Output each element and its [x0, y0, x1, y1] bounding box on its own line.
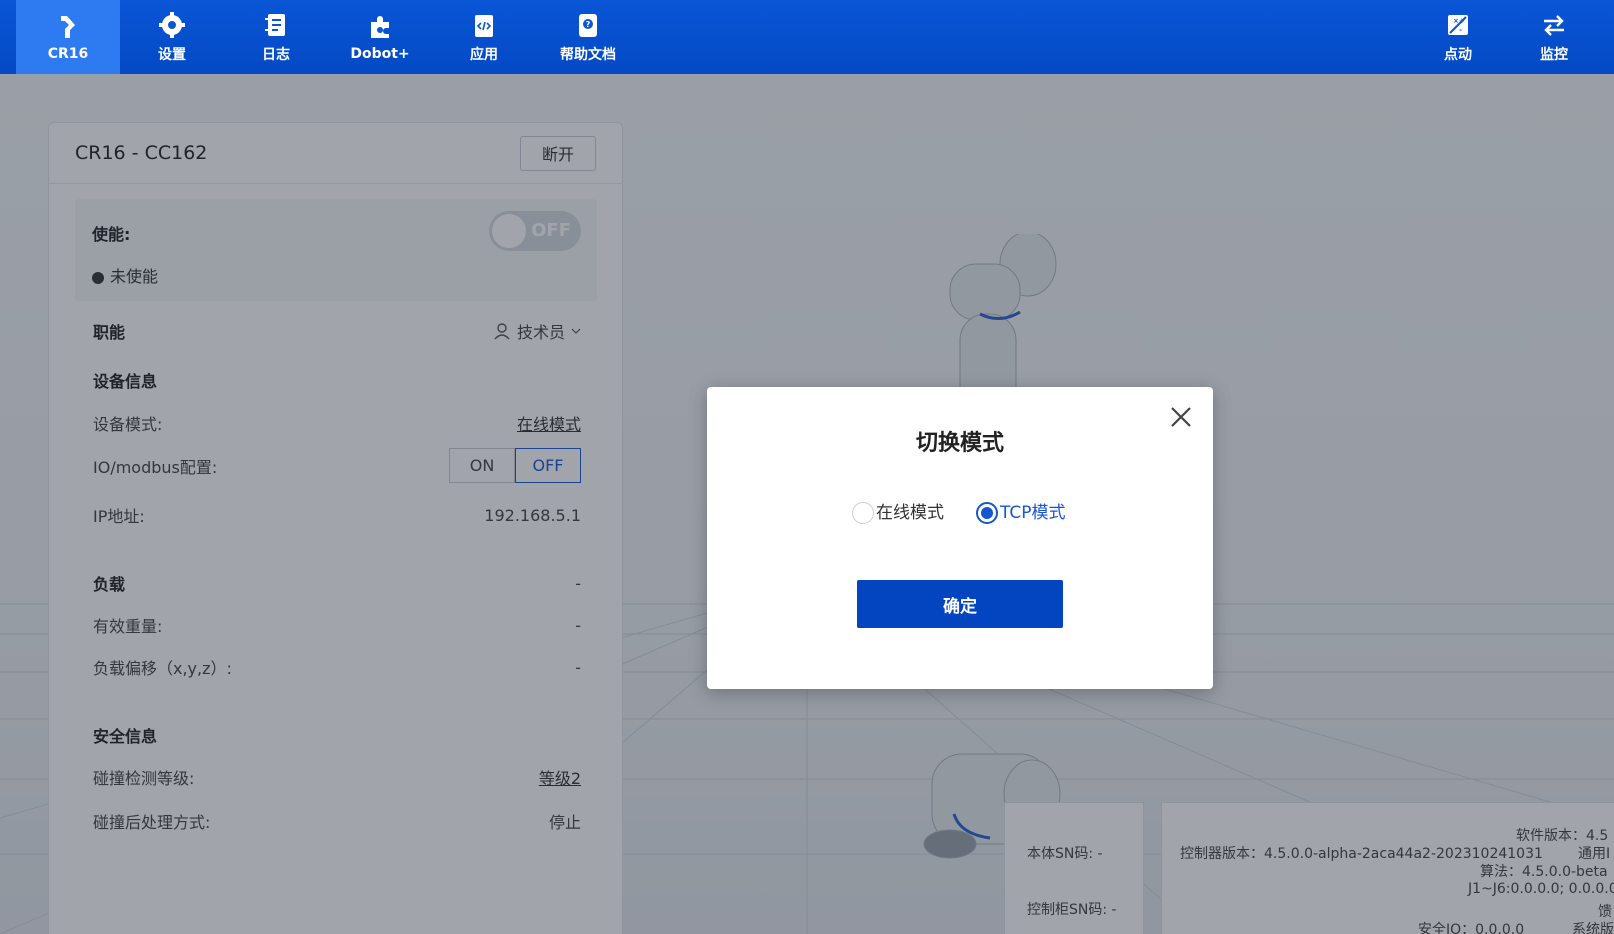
- nav-item-label: 应用: [470, 47, 498, 63]
- svg-text:×+: ×+: [1453, 17, 1465, 25]
- nav-item-cr16[interactable]: CR16: [16, 0, 120, 74]
- nav-item-label: CR16: [47, 46, 89, 62]
- nav-item-label: 帮助文档: [560, 47, 616, 63]
- help-doc-icon: ?: [573, 10, 603, 40]
- gear-icon: [157, 10, 187, 40]
- radio-tcp-mode[interactable]: TCP模式: [976, 496, 1066, 524]
- radio-label: 在线模式: [876, 502, 944, 523]
- nav-item-jog[interactable]: ×+ - 点动: [1406, 0, 1510, 74]
- radio-label: TCP模式: [1000, 502, 1066, 523]
- nav-item-label: 日志: [262, 47, 290, 63]
- code-file-icon: [469, 10, 499, 40]
- nav-item-dobot-plus[interactable]: Dobot+: [328, 0, 432, 74]
- dialog-title: 切换模式: [915, 431, 1004, 456]
- log-icon: [261, 10, 291, 40]
- nav-item-help-docs[interactable]: ? 帮助文档: [536, 0, 640, 74]
- switch-mode-dialog: 切换模式 在线模式 TCP模式 确定: [707, 387, 1213, 689]
- nav-item-label: 点动: [1444, 47, 1472, 63]
- svg-text:-: -: [1459, 26, 1462, 34]
- nav-item-label: Dobot+: [350, 46, 410, 62]
- puzzle-icon: [365, 12, 395, 42]
- svg-text:?: ?: [586, 20, 591, 29]
- jog-icon: ×+ -: [1443, 10, 1473, 40]
- radio-circle: [976, 502, 998, 524]
- top-nav-bar: CR16 设置 日志 Dobot+ 应用 ? 帮助文档 ×+ - 点动 监控: [0, 0, 1614, 74]
- nav-item-label: 监控: [1540, 47, 1568, 63]
- nav-item-apps[interactable]: 应用: [432, 0, 536, 74]
- nav-item-settings[interactable]: 设置: [120, 0, 224, 74]
- nav-item-log[interactable]: 日志: [224, 0, 328, 74]
- robot-arm-icon: [53, 12, 83, 42]
- close-icon[interactable]: [1167, 403, 1195, 431]
- confirm-button[interactable]: 确定: [857, 580, 1063, 628]
- radio-circle: [852, 502, 874, 524]
- mode-radio-group: 在线模式 TCP模式: [852, 496, 1066, 524]
- nav-item-label: 设置: [158, 47, 186, 63]
- nav-item-monitor[interactable]: 监控: [1502, 0, 1606, 74]
- swap-arrows-icon: [1539, 10, 1569, 40]
- radio-online-mode[interactable]: 在线模式: [852, 496, 944, 524]
